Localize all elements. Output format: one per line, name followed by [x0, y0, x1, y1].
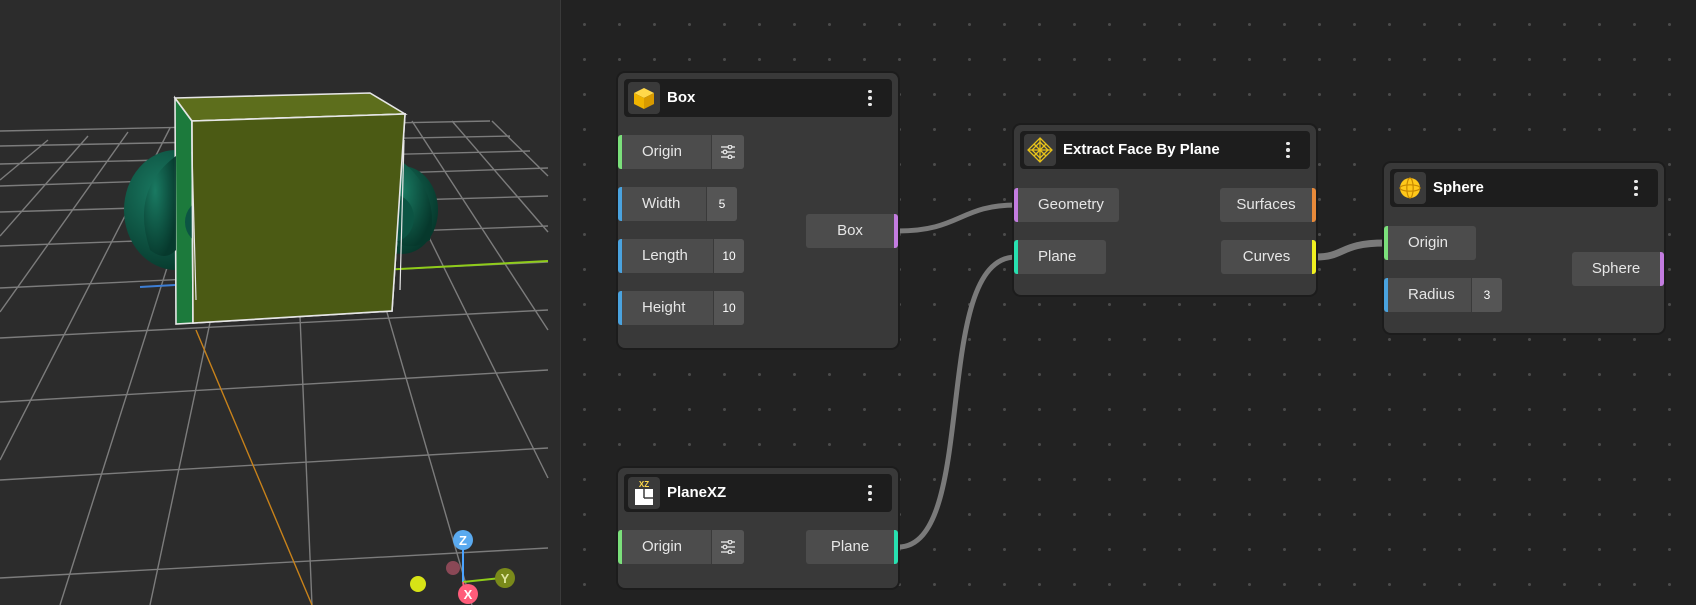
input-port-length[interactable]: Length 10	[618, 239, 744, 273]
port-value[interactable]: 10	[713, 291, 744, 325]
port-label: Width	[642, 195, 681, 212]
input-port-origin[interactable]: Origin	[1384, 226, 1476, 260]
input-port-height[interactable]: Height 10	[618, 291, 744, 325]
port-value[interactable]: 5	[706, 187, 737, 221]
input-port-origin[interactable]: Origin	[618, 135, 744, 169]
node-title: Extract Face By Plane	[1063, 141, 1220, 158]
node-header[interactable]: XZ PlaneXZ	[624, 474, 892, 512]
port-label: Length	[642, 247, 688, 264]
more-vertical-icon[interactable]	[1278, 138, 1298, 162]
node-sphere[interactable]: Sphere Origin Radius 3 Sphere	[1384, 163, 1664, 333]
sliders-icon[interactable]	[711, 530, 744, 564]
more-vertical-icon[interactable]	[1626, 176, 1646, 200]
sphere-icon	[1394, 172, 1426, 204]
node-title: Sphere	[1433, 179, 1484, 196]
scene-canvas[interactable]: Z Y X	[0, 0, 560, 605]
node-plane-xz[interactable]: XZ PlaneXZ Origin Plane	[618, 468, 898, 588]
z-axis-label: Z	[459, 533, 467, 548]
port-label: Height	[642, 299, 686, 316]
port-label: Sphere	[1591, 260, 1641, 277]
output-port-surfaces[interactable]: Surfaces	[1220, 188, 1316, 222]
port-label: Origin	[642, 143, 683, 160]
output-port-curves[interactable]: Curves	[1221, 240, 1316, 274]
input-port-geometry[interactable]: Geometry	[1014, 188, 1119, 222]
port-value[interactable]: 10	[713, 239, 744, 273]
output-port-box[interactable]: Box	[806, 214, 898, 248]
port-label: Plane	[830, 538, 870, 555]
input-port-plane[interactable]: Plane	[1014, 240, 1106, 274]
node-box[interactable]: Box Origin Width 5 Length 10 Height 10 B…	[618, 73, 898, 348]
input-port-origin[interactable]: Origin	[618, 530, 744, 564]
output-port-sphere[interactable]: Sphere	[1572, 252, 1664, 286]
axis-gizmo[interactable]: Z Y X	[410, 530, 515, 604]
more-vertical-icon[interactable]	[860, 86, 880, 110]
port-label: Curves	[1242, 248, 1291, 265]
node-title: PlaneXZ	[667, 484, 727, 501]
3d-viewport[interactable]: Z Y X	[0, 0, 560, 605]
port-label: Box	[837, 222, 863, 239]
input-port-radius[interactable]: Radius 3	[1384, 278, 1502, 312]
port-label: Surfaces	[1236, 196, 1296, 213]
node-header[interactable]: Sphere	[1390, 169, 1658, 207]
output-port-plane[interactable]: Plane	[806, 530, 898, 564]
y-axis-handle[interactable]: Y	[495, 568, 515, 588]
plane-xz-icon-label: XZ	[639, 480, 649, 489]
port-label: Geometry	[1038, 196, 1104, 213]
extract-face-icon	[1024, 134, 1056, 166]
yellow-cube-icon	[628, 82, 660, 114]
port-label: Plane	[1038, 248, 1077, 265]
port-label: Origin	[1408, 234, 1449, 251]
plane-xz-icon: XZ	[628, 477, 660, 509]
x-axis-label: X	[464, 587, 473, 602]
z-axis-line	[139, 284, 176, 288]
z-axis-handle[interactable]: Z	[453, 530, 473, 550]
node-header[interactable]: Extract Face By Plane	[1020, 131, 1310, 169]
node-header[interactable]: Box	[624, 79, 892, 117]
x-axis-handle[interactable]: X	[458, 584, 478, 604]
sliders-icon[interactable]	[711, 135, 744, 169]
port-label: Radius	[1408, 286, 1455, 303]
port-value[interactable]: 3	[1471, 278, 1502, 312]
node-title: Box	[667, 89, 696, 106]
y-axis-line	[379, 260, 549, 271]
y-axis-label: Y	[501, 571, 510, 586]
more-vertical-icon[interactable]	[860, 481, 880, 505]
port-label: Origin	[642, 538, 683, 555]
node-extract-face-by-plane[interactable]: Extract Face By Plane Geometry Plane Sur…	[1014, 125, 1316, 295]
input-port-width[interactable]: Width 5	[618, 187, 737, 221]
box-front-face	[191, 113, 406, 324]
